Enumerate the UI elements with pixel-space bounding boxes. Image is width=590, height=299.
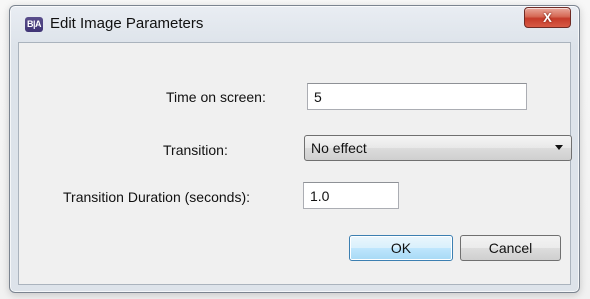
title-bar[interactable]: B|A Edit Image Parameters X: [10, 6, 579, 42]
window-title: Edit Image Parameters: [50, 15, 204, 32]
screen: B|A Edit Image Parameters X Time on scre…: [0, 0, 590, 299]
transition-selected-value: No effect: [311, 140, 367, 156]
dialog-content: Time on screen: Transition: No effect Tr…: [18, 42, 572, 285]
time-on-screen-label: Time on screen:: [166, 89, 266, 105]
dropdown-arrow-icon: [555, 145, 563, 150]
transition-label: Transition:: [163, 142, 228, 158]
app-icon: B|A: [25, 17, 43, 32]
transition-duration-input[interactable]: [303, 182, 399, 209]
transition-select[interactable]: No effect: [304, 135, 572, 161]
time-on-screen-input[interactable]: [307, 83, 527, 110]
close-button[interactable]: X: [524, 7, 571, 28]
dialog-window: B|A Edit Image Parameters X Time on scre…: [9, 5, 580, 293]
cancel-button[interactable]: Cancel: [460, 235, 561, 261]
close-icon: X: [543, 10, 552, 25]
transition-duration-label: Transition Duration (seconds):: [63, 189, 251, 205]
ok-button[interactable]: OK: [349, 235, 453, 261]
